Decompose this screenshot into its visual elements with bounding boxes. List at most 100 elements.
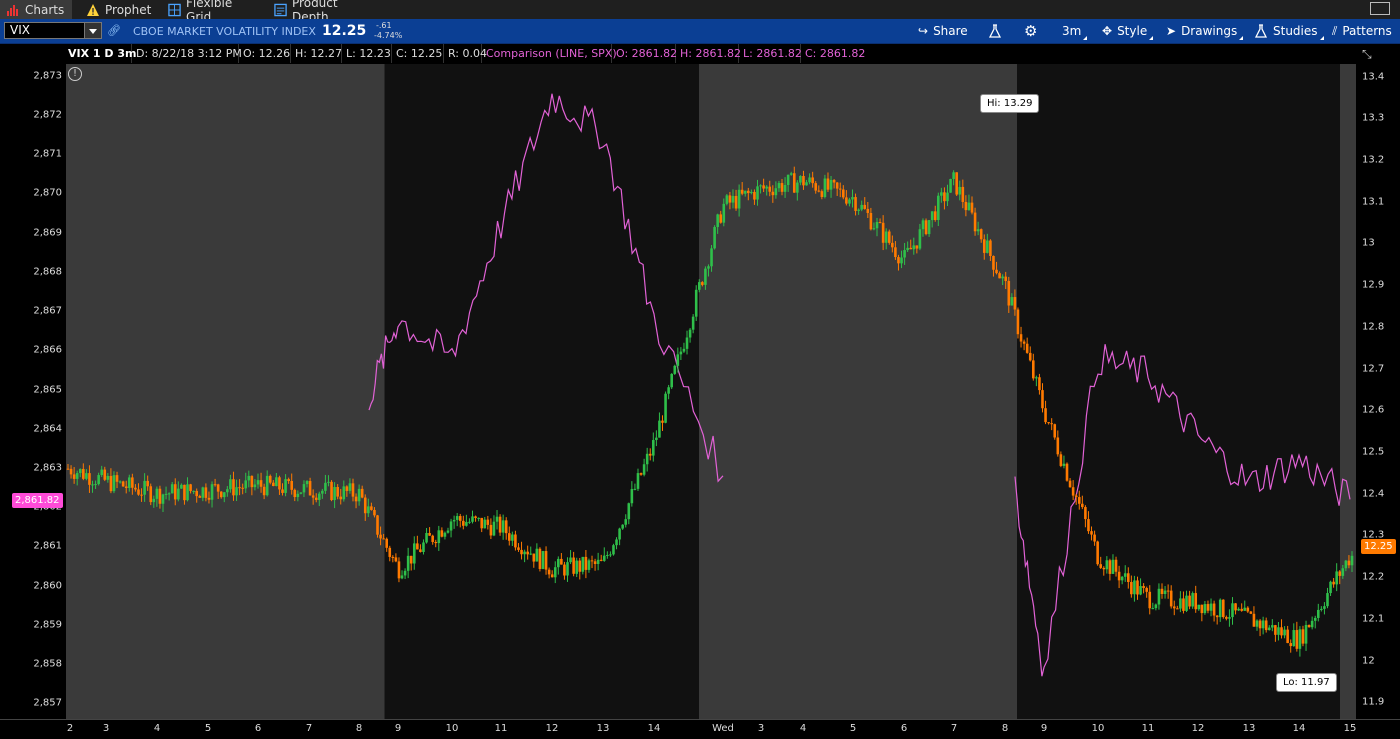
candle-body [1022,341,1026,344]
settings-button[interactable]: ⚙ [1024,19,1037,43]
drawings-button[interactable]: ➤ Drawings [1166,19,1244,43]
candle-body [164,493,168,495]
tab-label: Prophet [105,2,152,17]
candle-body [247,475,251,481]
candle-body [860,204,863,210]
candle-body [1035,377,1038,379]
comparison-axis-tick: 2,861 [33,540,62,552]
candle-body [679,351,683,355]
candle-body [1169,590,1173,607]
candle-body [569,557,572,563]
collapse-icon[interactable]: ⤡ [1362,47,1372,62]
tab-product-depth[interactable]: Product Depth [268,0,378,24]
chevron-down-icon[interactable] [84,23,101,38]
candle-body [728,195,732,203]
candle-body [85,473,88,479]
vix-axis-tick: 12 [1362,655,1375,667]
candle-body [1271,625,1274,628]
candle-body [725,195,729,204]
candle-body [584,556,588,570]
candle-body [1274,625,1277,635]
time-axis-tick: 5 [204,723,212,734]
candle-body [495,516,499,522]
candle-body [1313,617,1317,621]
bar-range: R: 0.04 [444,44,487,63]
candle-body [881,222,885,243]
candle-body [1157,588,1161,605]
candle-body [1096,541,1099,565]
candle-body [1084,507,1087,520]
candle-body [676,354,680,366]
instrument-name: CBOE MARKET VOLATILITY INDEX [133,25,316,38]
candle-body [1133,580,1136,595]
window-maximize-icon[interactable] [1370,2,1390,15]
candle-body [327,481,330,483]
candle-body [1099,564,1103,568]
candle-body [658,420,661,438]
studies-button[interactable]: Studies [1254,19,1324,43]
tab-flexible-grid[interactable]: Flexible Grid [162,0,262,24]
candle-body [1310,620,1314,628]
candle-body [134,487,137,490]
time-axis-tick: 3 [102,723,110,734]
candle-body [379,534,382,539]
candle-body [268,475,272,483]
candle-body [857,209,860,211]
candle-body [805,182,808,186]
candle-body [774,188,778,196]
alert-icon[interactable]: ! [68,67,82,81]
candle-body [216,484,220,492]
candle-body [357,488,361,502]
candle-body [262,486,266,496]
candle-body [796,182,799,193]
candle-body [989,240,992,256]
candle-body [109,475,113,492]
candle-body [492,521,496,536]
share-button[interactable]: ↪ Share [918,19,968,43]
candle-body [1145,588,1148,592]
candle-body [829,179,833,190]
candle-body [599,559,603,561]
price-chart[interactable] [66,64,1356,719]
candle-body [241,487,244,489]
patterns-button[interactable]: ⫽ Patterns [1332,19,1392,43]
candle-body [388,547,392,557]
candle-body [1304,624,1308,644]
comparison-axis-tick: 2,873 [33,70,62,82]
candle-body [747,190,750,194]
tab-prophet[interactable]: Prophet [80,0,158,19]
candle-body [673,365,677,374]
symbol-input[interactable]: VIX [4,22,102,39]
candle-body [866,208,870,214]
candle-body [783,185,787,192]
link-icon[interactable]: 🔗︎ [107,24,121,37]
candle-body [930,211,934,221]
candle-body [351,483,355,497]
high-callout: Hi: 13.29 [980,94,1040,113]
candle-body [183,484,186,501]
candle-body [1142,586,1145,589]
candle [1191,591,1194,609]
candle-body [342,486,346,500]
tab-charts[interactable]: Charts [0,0,72,19]
candle-body [1344,560,1348,569]
timeframe-button[interactable]: 3m [1062,19,1088,43]
comparison-low: L: 2861.82 [739,44,802,63]
candle-body [952,172,955,179]
candle-body [719,214,723,223]
candle [376,514,379,538]
candle-body [609,554,612,556]
candle-body [851,197,854,200]
candle-body [195,490,199,497]
candle-body [1117,571,1121,581]
candle-body [1320,608,1323,610]
flask-button[interactable] [988,19,1002,43]
time-axis-tick: 8 [1001,723,1009,734]
chart-title[interactable]: VIX 1 D 3m [64,44,136,63]
comparison-axis-tick: 2,860 [33,580,62,592]
candle-body [685,337,689,349]
style-button[interactable]: ✥ Style [1102,19,1154,43]
candle-body [446,530,450,533]
candle-body [275,477,278,487]
candle-body [630,489,634,504]
